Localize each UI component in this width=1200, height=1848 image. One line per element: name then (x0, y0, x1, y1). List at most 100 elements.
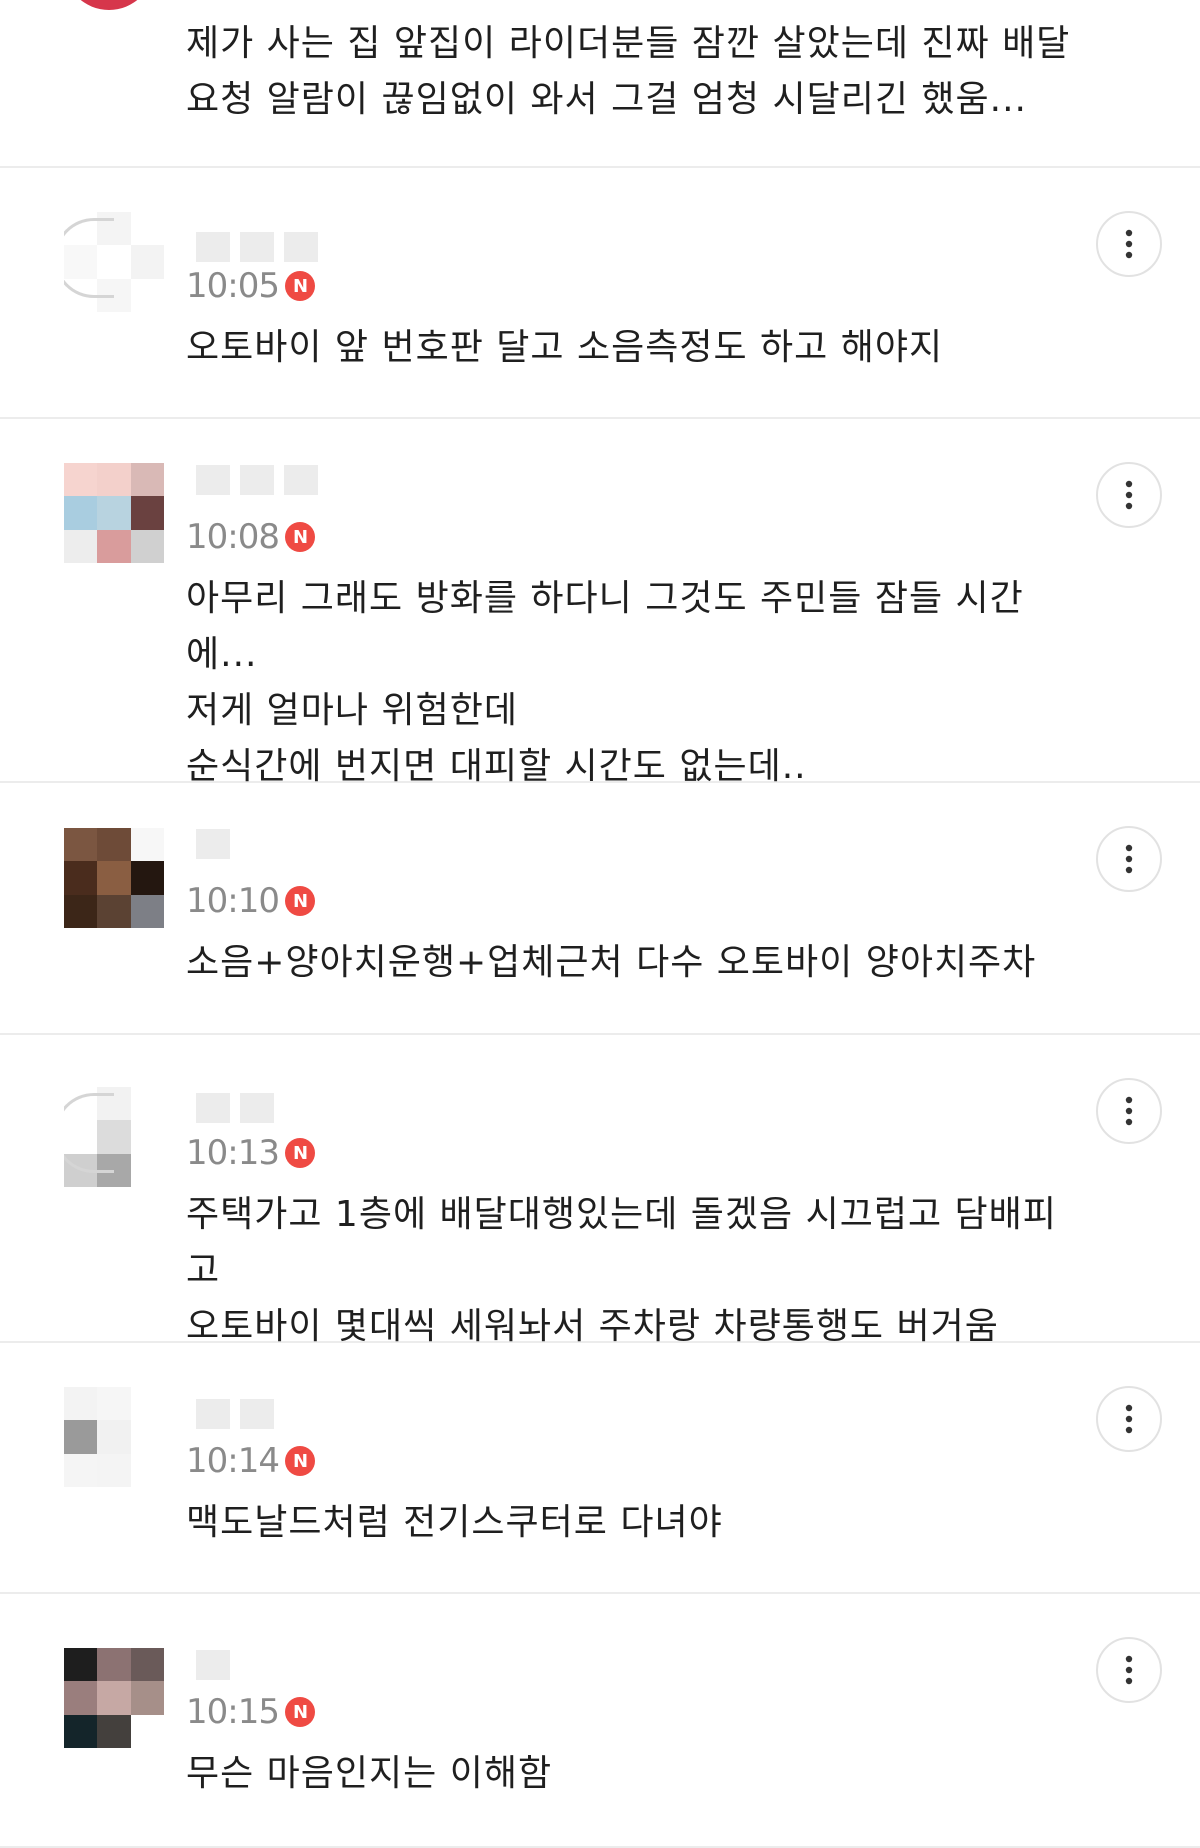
avatar[interactable] (64, 463, 164, 563)
more-vertical-icon (1125, 1096, 1133, 1126)
avatar-pixel (97, 1120, 131, 1154)
avatar-pixel (64, 529, 98, 563)
avatar-pixel (130, 861, 164, 895)
comment-item: 10:10 N 소음+양아치운행+업체근처 다수 오토바이 양아치주차 (0, 783, 1200, 1035)
avatar-pixel (64, 828, 98, 862)
avatar-pixel (97, 278, 131, 312)
avatar-pixel (64, 1087, 98, 1121)
more-vertical-icon (1125, 480, 1133, 510)
avatar-pixel (64, 212, 98, 246)
comment-text: 맥도날드처럼 전기스쿠터로 다녀야 (186, 1502, 723, 1543)
more-options-button[interactable] (1096, 211, 1162, 277)
avatar-pixel (64, 894, 98, 928)
n-badge-icon: N (284, 271, 315, 301)
more-vertical-icon (1125, 1655, 1133, 1685)
avatar-pixel (64, 1714, 98, 1748)
avatar-pixel (130, 212, 164, 246)
avatar[interactable] (64, 0, 154, 10)
author-name[interactable] (196, 1648, 230, 1682)
avatar-pixel (97, 828, 131, 862)
author-name[interactable] (196, 463, 318, 497)
avatar-pixel (97, 1087, 131, 1121)
more-vertical-icon (1125, 844, 1133, 874)
comment-text: 제가 사는 집 앞집이 라이더분들 잠깐 살았는데 진짜 배달 요청 알람이 끊… (186, 23, 1071, 120)
n-badge-icon: N (284, 1697, 315, 1727)
avatar-pixel (130, 1087, 164, 1121)
comment-text: 주택가고 1층에 배달대행있는데 돌겠음 시끄럽고 담배피고 오토바이 몇대씩 … (186, 1194, 1057, 1347)
avatar-pixel (130, 1714, 164, 1748)
time-text: 10:10 (186, 881, 280, 921)
avatar-pixel (97, 1387, 131, 1421)
more-options-button[interactable] (1096, 1386, 1162, 1452)
comment-time: 10:10 N (186, 881, 315, 921)
avatar-pixel (130, 529, 164, 563)
avatar-pixel (130, 463, 164, 497)
avatar-pixel (64, 496, 98, 530)
more-options-button[interactable] (1096, 462, 1162, 528)
comment-item: 제가 사는 집 앞집이 라이더분들 잠깐 살았는데 진짜 배달 요청 알람이 끊… (0, 0, 1200, 168)
time-text: 10:13 (186, 1133, 280, 1173)
avatar-pixel (97, 1648, 131, 1682)
comment-time: 10:05 N (186, 266, 315, 306)
avatar-pixel (64, 1387, 98, 1421)
avatar[interactable] (64, 1387, 164, 1487)
avatar[interactable] (64, 212, 164, 312)
comment-list: 제가 사는 집 앞집이 라이더분들 잠깐 살았는데 진짜 배달 요청 알람이 끊… (0, 0, 1200, 1848)
author-name[interactable] (196, 827, 230, 861)
avatar-pixel (130, 278, 164, 312)
comment-time: 10:13 N (186, 1133, 315, 1173)
avatar-pixel (130, 245, 164, 279)
avatar[interactable] (64, 1648, 164, 1748)
avatar-pixel (64, 861, 98, 895)
n-badge-icon: N (284, 522, 315, 552)
comment-time: 10:14 N (186, 1441, 315, 1481)
time-text: 10:14 (186, 1441, 280, 1481)
avatar-pixel (130, 1153, 164, 1187)
avatar-pixel (97, 1453, 131, 1487)
avatar-pixel (97, 496, 131, 530)
avatar-pixel (64, 1453, 98, 1487)
comment-item: 10:14 N 맥도날드처럼 전기스쿠터로 다녀야 (0, 1343, 1200, 1594)
avatar[interactable] (64, 1087, 164, 1187)
avatar-pixel (130, 894, 164, 928)
more-options-button[interactable] (1096, 1078, 1162, 1144)
more-vertical-icon (1125, 229, 1133, 259)
avatar-pixel (130, 1420, 164, 1454)
n-badge-icon: N (284, 1138, 315, 1168)
comment-text: 소음+양아치운행+업체근처 다수 오토바이 양아치주차 (186, 942, 1037, 983)
n-badge-icon: N (284, 1446, 315, 1476)
avatar-pixel (130, 1648, 164, 1682)
comment-time: 10:08 N (186, 517, 315, 557)
time-text: 10:08 (186, 517, 280, 557)
n-badge-icon: N (284, 886, 315, 916)
author-name[interactable] (196, 230, 318, 264)
comment-item: 10:08 N 아무리 그래도 방화를 하다니 그것도 주민들 잠들 시간에..… (0, 419, 1200, 787)
avatar[interactable] (64, 828, 164, 928)
comment-item: 10:05 N 오토바이 앞 번호판 달고 소음측정도 하고 해야지 (0, 168, 1200, 419)
time-text: 10:05 (186, 266, 280, 306)
avatar-pixel (64, 463, 98, 497)
time-text: 10:15 (186, 1692, 280, 1732)
comment-text: 오토바이 앞 번호판 달고 소음측정도 하고 해야지 (186, 327, 944, 368)
avatar-pixel (130, 1120, 164, 1154)
avatar-pixel (130, 496, 164, 530)
avatar-pixel (64, 1153, 98, 1187)
author-name[interactable] (196, 1397, 274, 1431)
comment-item: 10:15 N 무슨 마음인지는 이해함 (0, 1594, 1200, 1848)
avatar-pixel (97, 245, 131, 279)
more-options-button[interactable] (1096, 1637, 1162, 1703)
more-options-button[interactable] (1096, 826, 1162, 892)
avatar-pixel (97, 1714, 131, 1748)
avatar-pixel (64, 1120, 98, 1154)
avatar-pixel (97, 1153, 131, 1187)
avatar-pixel (130, 828, 164, 862)
comment-time: 10:15 N (186, 1692, 315, 1732)
avatar-pixel (97, 894, 131, 928)
comment-text: 아무리 그래도 방화를 하다니 그것도 주민들 잠들 시간에... 저게 얼마나… (186, 578, 1024, 787)
avatar-pixel (64, 245, 98, 279)
avatar-pixel (130, 1387, 164, 1421)
author-name[interactable] (196, 1091, 274, 1125)
avatar-pixel (97, 212, 131, 246)
avatar-pixel (64, 278, 98, 312)
avatar-pixel (64, 1420, 98, 1454)
